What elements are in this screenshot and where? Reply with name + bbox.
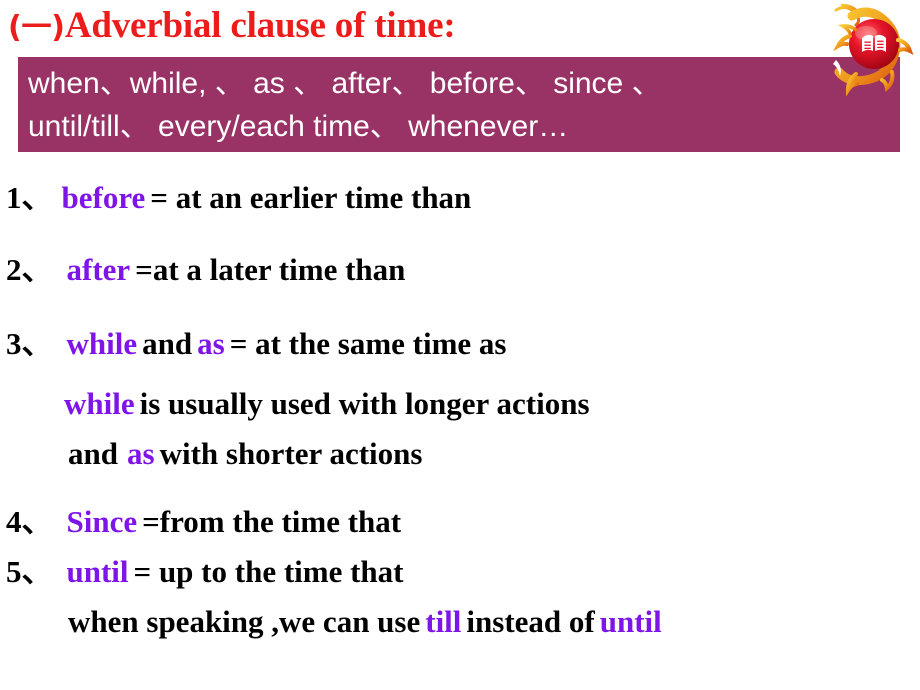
list-item-subline: while is usually used with longer actions: [64, 384, 590, 424]
item-definition: =at a later time than: [135, 252, 406, 287]
keyword-banner: when、while, 、 as 、 after、 before、 since …: [18, 57, 900, 152]
item-keyword: Since: [66, 504, 138, 539]
subline-text-middle: instead of: [466, 604, 595, 639]
list-item: 1、 before = at an earlier time than: [6, 178, 471, 218]
item-number: 4、: [6, 504, 53, 539]
banner-line-2: until/till、 every/each time、 whenever…: [28, 110, 569, 143]
item-keyword-2: as: [197, 326, 225, 361]
item-keyword: until: [66, 554, 129, 589]
banner-line-1: when、while, 、 as 、 after、 before、 since …: [28, 67, 662, 100]
item-number: 5、: [6, 554, 53, 589]
list-item-subline: when speaking ,we can use till instead of u…: [68, 602, 662, 642]
page-title: (一)Adverbial clause of time:: [8, 2, 848, 52]
subline-text: with shorter actions: [159, 436, 423, 471]
item-definition: = at the same time as: [229, 326, 507, 361]
subline-keyword-until: until: [599, 604, 662, 639]
page-title-text: Adverbial clause of time:: [64, 5, 456, 46]
subline-keyword: while: [64, 386, 135, 421]
list-item: 2、 after =at a later time than: [6, 250, 405, 290]
page-title-prefix: (一): [8, 10, 65, 45]
subline-keyword: as: [126, 436, 155, 471]
item-definition: = up to the time that: [133, 554, 404, 589]
subline-text: is usually used with longer actions: [139, 386, 590, 421]
item-connector: and: [142, 326, 193, 361]
list-item-subline: and as with shorter actions: [68, 434, 422, 474]
item-definition: = at an earlier time than: [150, 180, 472, 215]
item-number: 2、: [6, 252, 53, 287]
item-definition: =from the time that: [142, 504, 402, 539]
list-item: 4、 Since =from the time that: [6, 502, 401, 542]
list-item: 5、 until = up to the time that: [6, 552, 403, 592]
item-keyword: before: [61, 180, 146, 215]
item-number: 3、: [6, 326, 53, 361]
list-item: 3、 while and as = at the same time as: [6, 324, 506, 364]
item-keyword: after: [66, 252, 131, 287]
item-keyword: while: [66, 326, 138, 361]
item-number: 1、: [6, 180, 53, 215]
subline-keyword-till: till: [425, 604, 462, 639]
subline-text-before: when speaking ,we can use: [68, 604, 421, 639]
subline-prefix: and: [68, 436, 118, 471]
